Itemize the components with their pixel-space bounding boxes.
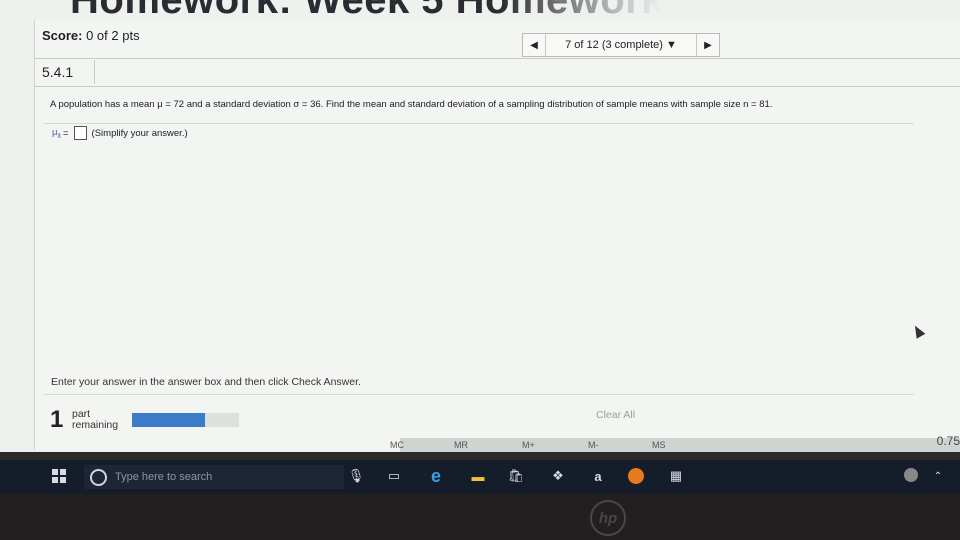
progress-fill	[132, 413, 205, 427]
answer-label: μx̄	[52, 126, 61, 140]
question-text: A population has a mean μ = 72 and a sta…	[50, 99, 773, 110]
amazon-icon[interactable]: a	[590, 468, 606, 484]
taskbar: Type here to search 🎙 ▭ e ▬ 🛍 ❖ a ▦ ⌃	[0, 460, 960, 494]
score-display: Score: 0 of 2 pts	[42, 28, 140, 43]
task-view-icon[interactable]: ▭	[386, 468, 402, 484]
calc-key-mc[interactable]: MC	[390, 440, 404, 450]
question-id: 5.4.1	[36, 60, 95, 84]
system-tray-icon[interactable]	[904, 468, 918, 482]
calc-key-ms[interactable]: MS	[652, 440, 666, 450]
calculator-memory-strip: MC MR M+ M- MS	[390, 438, 960, 452]
caret-down-icon: ▼	[665, 39, 677, 51]
score-label: Score:	[42, 28, 83, 43]
divider	[44, 394, 914, 395]
answer-equals: =	[62, 127, 69, 139]
title-glare	[500, 0, 960, 22]
divider	[34, 86, 960, 87]
parts-remaining-label: part remaining	[72, 408, 119, 431]
calculator-icon[interactable]: ▦	[668, 468, 684, 484]
question-selector[interactable]: 7 of 12 (3 complete) ▼	[545, 34, 697, 56]
caret-left-icon: ◀	[530, 39, 538, 51]
dropbox-icon[interactable]: ❖	[550, 468, 566, 484]
screen: Homework: Week 5 Homework 40 pts Score: …	[0, 0, 960, 452]
divider	[34, 58, 960, 59]
taskbar-search[interactable]: Type here to search	[84, 465, 344, 489]
store-icon[interactable]: 🛍	[508, 468, 525, 484]
microphone-icon[interactable]: 🎙	[348, 468, 365, 484]
prev-question-button[interactable]: ◀	[523, 40, 545, 51]
calc-key-mr[interactable]: MR	[454, 440, 468, 450]
caret-right-icon: ▶	[704, 39, 712, 51]
hp-logo: hp	[590, 500, 626, 536]
progress-bar	[132, 413, 239, 427]
score-value: 0 of 2 pts	[86, 28, 140, 43]
cortana-icon	[90, 468, 107, 486]
laptop-bezel	[0, 494, 960, 540]
instruction-text: Enter your answer in the answer box and …	[51, 376, 361, 388]
file-explorer-icon[interactable]: ▬	[470, 468, 486, 484]
search-placeholder: Type here to search	[115, 471, 213, 483]
calculator-display: 0.75	[936, 434, 960, 448]
question-pager: ◀ 7 of 12 (3 complete) ▼ ▶	[522, 33, 720, 57]
divider	[44, 123, 914, 124]
parts-remaining-count: 1	[50, 406, 64, 433]
firefox-icon[interactable]	[628, 468, 644, 484]
clear-all-button[interactable]: Clear All	[596, 409, 635, 421]
windows-start-icon[interactable]	[52, 469, 66, 483]
next-question-button[interactable]: ▶	[697, 40, 719, 51]
calc-key-mplus[interactable]: M+	[522, 440, 535, 450]
question-position: 7 of 12 (3 complete)	[565, 39, 663, 51]
edge-icon[interactable]: e	[428, 466, 444, 486]
calc-key-mminus[interactable]: M-	[588, 440, 599, 450]
answer-hint: (Simplify your answer.)	[91, 127, 188, 139]
chevron-up-icon[interactable]: ⌃	[930, 468, 946, 484]
answer-row: μx̄ = (Simplify your answer.)	[52, 126, 188, 140]
answer-input[interactable]	[73, 126, 87, 140]
